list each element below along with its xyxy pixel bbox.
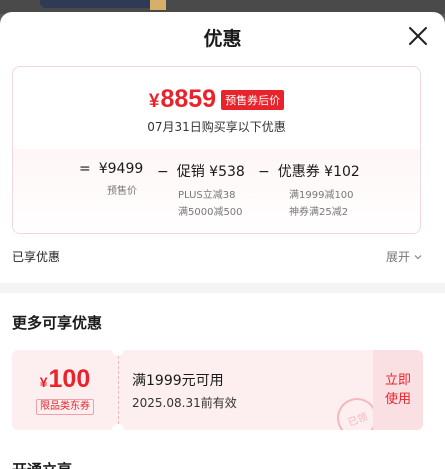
open-membership-title: 开通立享 xyxy=(12,459,72,469)
coupon-notch xyxy=(112,424,124,430)
breakdown-promotion: − 促销 ¥538 PLUS立减38 满5000减500 xyxy=(157,161,245,221)
coupon-details: 满1999元可用 2025.08.31前有效 xyxy=(132,370,237,411)
coupon-card: ¥100 限品类东券 满1999元可用 2025.08.31前有效 已领 立即 … xyxy=(12,350,423,430)
coupon-value-area: ¥100 限品类东券 xyxy=(12,350,118,430)
price-breakdown-section: = ¥9499 预售价 − 促销 ¥538 PLUS立减38 满5000减500 −… xyxy=(13,149,420,233)
breakdown-operator: − xyxy=(258,164,270,180)
expand-button[interactable]: 展开 xyxy=(386,248,423,265)
chevron-down-icon xyxy=(414,254,422,259)
coupon-currency: ¥ xyxy=(39,374,48,390)
breakdown-note: 神券满25减2 xyxy=(289,207,349,218)
breakdown-value: ¥9499 xyxy=(98,161,144,177)
breakdown-note: 满1999减100 xyxy=(289,190,354,201)
use-now-label-line2: 使用 xyxy=(384,392,411,407)
breakdown-note: 预售价 xyxy=(107,186,137,197)
expand-label: 展开 xyxy=(385,250,410,264)
discount-sheet: 优惠 ¥8859 预售券后价 07月31日购买享以下优惠 = ¥9499 预售价 xyxy=(0,12,445,469)
use-now-label-line1: 立即 xyxy=(384,373,411,388)
breakdown-operator: = xyxy=(79,161,91,177)
purchase-date-note: 07月31日购买享以下优惠 xyxy=(147,120,286,134)
use-now-button[interactable]: 立即 使用 xyxy=(373,350,423,430)
final-price: ¥8859 xyxy=(149,85,216,114)
presale-badge: 预售券后价 xyxy=(221,89,285,110)
more-discounts-title: 更多可享优惠 xyxy=(12,314,103,332)
breakdown-note: PLUS立减38 xyxy=(178,190,236,201)
coupon-condition: 满1999元可用 xyxy=(132,373,224,389)
breakdown-note: 满5000减500 xyxy=(178,207,243,218)
price-summary-card: ¥8859 预售券后价 07月31日购买享以下优惠 = ¥9499 预售价 − 促销… xyxy=(12,66,421,234)
breakdown-value: 优惠券 ¥102 xyxy=(277,164,360,180)
coupon-amount: ¥100 xyxy=(12,365,118,394)
coupon-category-tag: 限品类东券 xyxy=(36,399,94,415)
sheet-header: 优惠 xyxy=(0,12,445,60)
final-price-currency: ¥ xyxy=(148,91,160,112)
enjoyed-discounts-row: 已享优惠 展开 xyxy=(12,248,423,268)
coupon-amount-value: 100 xyxy=(48,365,91,393)
background-banner xyxy=(40,0,160,8)
enjoyed-discounts-label: 已享优惠 xyxy=(12,250,61,264)
coupon-separator xyxy=(118,356,119,424)
close-button[interactable] xyxy=(405,23,431,49)
breakdown-value: 促销 ¥538 xyxy=(176,164,245,180)
breakdown-coupon: − 优惠券 ¥102 满1999减100 神券满25减2 xyxy=(258,161,360,221)
sheet-title: 优惠 xyxy=(203,28,242,50)
breakdown-presale-price: = ¥9499 预售价 xyxy=(79,161,143,200)
coupon-validity: 2025.08.31前有效 xyxy=(132,396,237,410)
final-price-value: 8859 xyxy=(160,85,217,113)
section-divider xyxy=(0,283,445,293)
breakdown-operator: − xyxy=(157,164,169,180)
background-banner-accent xyxy=(150,0,166,10)
close-icon xyxy=(409,27,427,45)
final-price-section: ¥8859 预售券后价 07月31日购买享以下优惠 xyxy=(13,67,420,149)
